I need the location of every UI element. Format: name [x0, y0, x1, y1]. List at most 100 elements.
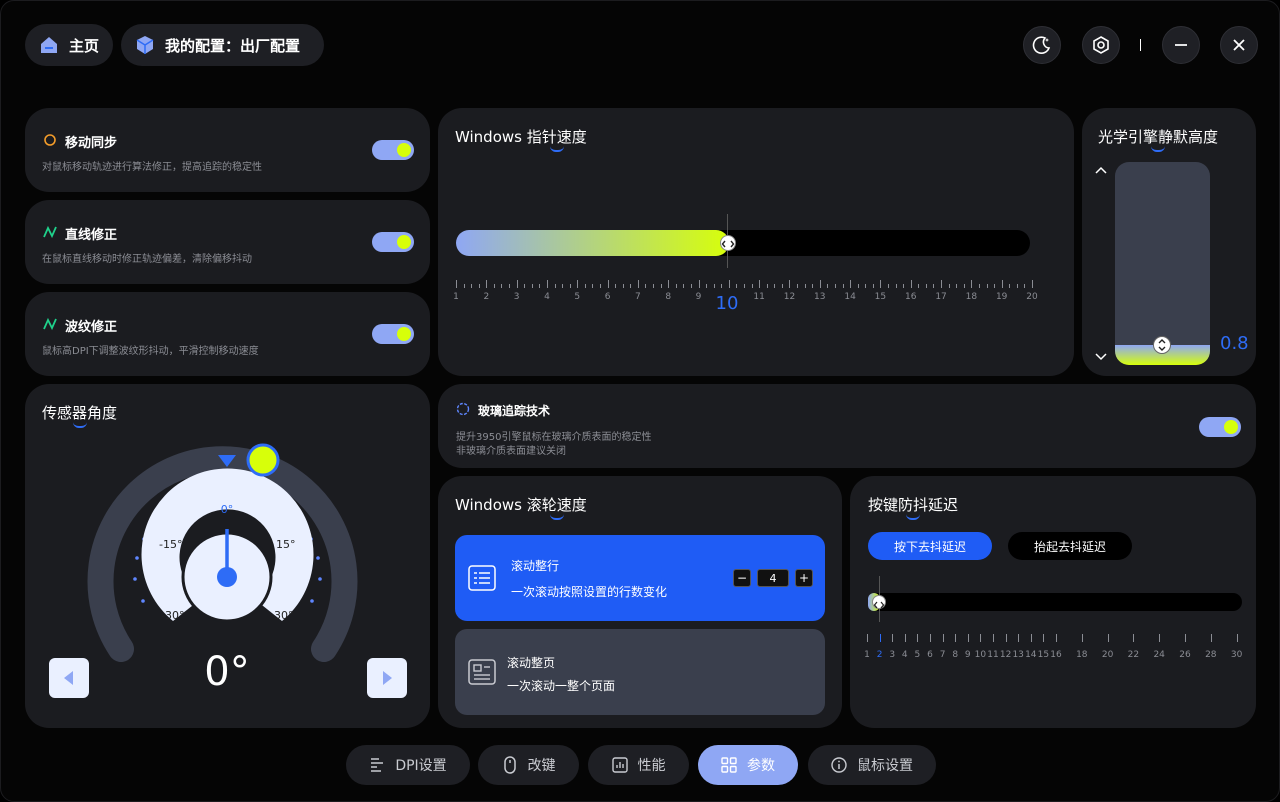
angle-increase-button[interactable] — [367, 658, 407, 698]
feature-title: 直线修正 — [65, 228, 118, 243]
debounce-tick — [1030, 634, 1032, 642]
pointer-speed-tick — [971, 280, 973, 288]
lift-off-card: 光学引擎静默高度 0.8 — [1082, 108, 1256, 376]
pointer-speed-tick — [690, 284, 692, 288]
dpi-icon — [371, 758, 384, 772]
pointer-speed-tick — [888, 284, 889, 288]
pointer-speed-tick — [630, 284, 632, 288]
debounce-track[interactable] — [868, 593, 1242, 611]
scroll-lines-input[interactable]: 4 — [757, 569, 789, 587]
pointer-speed-tick — [895, 284, 897, 288]
pointer-speed-tick-label: 16 — [905, 292, 917, 302]
pointer-speed-thumb[interactable] — [720, 235, 736, 251]
pointer-speed-tick — [569, 284, 571, 288]
debounce-tick-label: 14 — [1025, 650, 1037, 660]
debounce-tick — [1133, 634, 1135, 642]
chevron-up-icon[interactable] — [1094, 164, 1108, 178]
angle-snap-toggle[interactable] — [372, 232, 414, 252]
pointer-speed-tick — [744, 284, 745, 288]
cube-icon — [136, 36, 154, 54]
nav-parameters-label: 参数 — [747, 758, 775, 774]
mouse-icon — [503, 756, 516, 774]
debounce-tick-label: 26 — [1179, 650, 1191, 660]
chevron-down-icon[interactable] — [1094, 349, 1108, 363]
pointer-speed-tick — [713, 284, 715, 288]
settings-button[interactable] — [1082, 26, 1120, 64]
pointer-speed-tick — [736, 284, 738, 288]
nav-dpi[interactable]: DPI设置 — [346, 745, 470, 785]
tab-press-debounce[interactable]: 按下去抖延迟 — [868, 532, 992, 560]
chart-icon — [611, 757, 628, 773]
lift-off-thumb[interactable] — [1153, 336, 1171, 354]
dial-center — [217, 567, 237, 587]
debounce-tick-label: 5 — [914, 650, 921, 660]
debounce-tick-label: 28 — [1205, 650, 1217, 660]
glass-tracking-card: 玻璃追踪技术 提升3950引擎鼠标在玻璃介质表面的稳定性 非玻璃介质表面建议关闭 — [438, 384, 1256, 468]
dial-mark-15: 15° — [276, 538, 296, 551]
pointer-speed-tick-label: 17 — [935, 292, 947, 302]
pointer-speed-tick — [539, 284, 541, 288]
debounce-tick — [1107, 634, 1109, 642]
scroll-lines-plus[interactable]: + — [795, 569, 813, 587]
debounce-tick-label: 1 — [864, 650, 870, 660]
nav-remap[interactable]: 改键 — [478, 745, 579, 785]
triangle-right-icon — [383, 671, 392, 685]
theme-button[interactable] — [1023, 26, 1061, 64]
tab-release-debounce[interactable]: 抬起去抖延迟 — [1008, 532, 1132, 560]
pointer-speed-tick-label: 4 — [544, 292, 550, 302]
glass-tracking-toggle[interactable] — [1199, 417, 1241, 437]
scroll-line-desc: 一次滚动按照设置的行数变化 — [511, 585, 668, 599]
dial-mark-neg15: -15° — [159, 538, 183, 551]
angle-decrease-button[interactable] — [49, 658, 89, 698]
pointer-speed-tick — [827, 284, 829, 288]
debounce-tick — [1185, 634, 1186, 642]
nav-performance[interactable]: 性能 — [588, 745, 689, 785]
pointer-speed-tick — [463, 284, 465, 288]
pointer-speed-tick — [781, 284, 783, 288]
pointer-speed-tick — [872, 284, 874, 288]
home-icon — [41, 37, 57, 53]
pointer-speed-tick-labels: 1 2 3 4 5 6 7 8 9 11 12 13 14 15 16 17 18 19 20 — [453, 292, 1038, 306]
scroll-page-option[interactable]: 滚动整页 一次滚动一整个页面 — [455, 629, 825, 715]
pointer-speed-tick — [1024, 284, 1026, 288]
ripple-control-toggle[interactable] — [372, 324, 414, 344]
debounce-card: 按键防抖延迟 按下去抖延迟 抬起去抖延迟 1 2 3 4 5 6 7 8 9 10 11 12 13 14… — [850, 476, 1256, 728]
pointer-speed-tick — [986, 284, 988, 288]
zigzag-icon — [43, 317, 57, 331]
pointer-speed-tick — [819, 280, 821, 288]
sensor-angle-value: 0° — [204, 649, 250, 695]
nav-performance-label: 性能 — [637, 758, 666, 774]
pointer-speed-tick-label: 2 — [483, 292, 490, 302]
debounce-tick — [1236, 634, 1238, 642]
pointer-speed-tick — [1009, 284, 1011, 288]
pointer-speed-tick — [584, 284, 586, 288]
close-button[interactable] — [1220, 26, 1258, 64]
circle-icon — [44, 134, 56, 146]
feature-title: 波纹修正 — [65, 320, 118, 335]
scroll-page-title: 滚动整页 — [507, 656, 556, 670]
pointer-speed-tick — [812, 284, 814, 288]
minimize-button[interactable] — [1162, 26, 1200, 64]
lift-off-track[interactable] — [1115, 162, 1210, 365]
pointer-speed-tick — [600, 284, 601, 288]
config-button[interactable]: 我的配置：出厂配置 — [121, 24, 324, 66]
pointer-speed-tick — [471, 284, 473, 288]
pointer-speed-tick-label: 6 — [604, 292, 611, 302]
debounce-tick — [980, 634, 982, 642]
home-label: 主页 — [69, 36, 100, 55]
scroll-line-option[interactable]: 滚动整行 一次滚动按照设置的行数变化 − 4 + — [455, 535, 825, 621]
home-button[interactable]: 主页 — [25, 24, 113, 66]
nav-parameters[interactable]: 参数 — [698, 745, 798, 785]
motion-sync-toggle[interactable] — [372, 140, 414, 160]
dial-mark-30: 30° — [274, 609, 294, 622]
pointer-speed-tick — [963, 284, 965, 288]
debounce-tick — [955, 634, 957, 642]
debounce-thumb[interactable] — [872, 595, 886, 609]
dial-knob — [246, 443, 280, 477]
nav-mouse-settings-label: 鼠标设置 — [857, 758, 913, 774]
pointer-speed-tick-label: 11 — [753, 292, 765, 302]
nav-mouse-settings[interactable]: 鼠标设置 — [808, 745, 936, 785]
scroll-lines-minus[interactable]: − — [733, 569, 751, 587]
scroll-speed-card: Windows 滚轮速度 滚动整行 一次滚动按照设置的行数变化 − 4 + 滚动… — [438, 476, 842, 728]
pointer-speed-tick — [516, 280, 518, 288]
